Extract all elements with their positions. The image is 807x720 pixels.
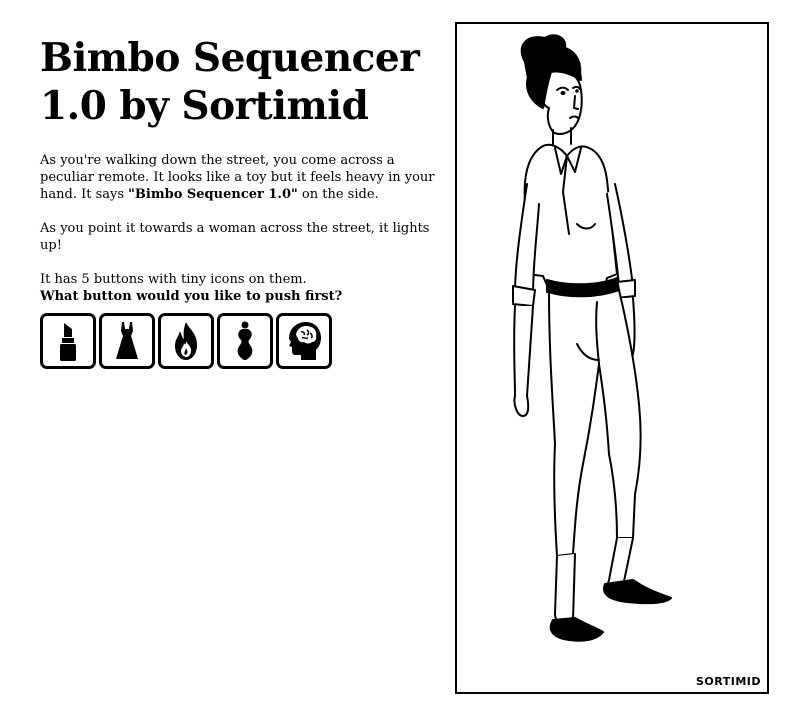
fire-button[interactable]: [158, 313, 214, 369]
title-line-1: Bimbo Sequencer: [40, 35, 420, 81]
fire-icon: [175, 322, 197, 360]
story-p1-after: on the side.: [297, 187, 379, 202]
woman-figure: [512, 34, 672, 642]
head-brain-icon: [289, 322, 321, 360]
dress-icon: [116, 322, 138, 359]
page-title: Bimbo Sequencer 1.0 by Sortimid: [40, 34, 450, 130]
story-column: Bimbo Sequencer 1.0 by Sortimid As you'r…: [40, 34, 450, 369]
body-shape-button[interactable]: [217, 313, 273, 369]
choice-question: What button would you like to push first…: [40, 289, 343, 304]
lipstick-button[interactable]: [40, 313, 96, 369]
story-paragraph-1: As you're walking down the street, you c…: [40, 152, 450, 203]
story-text: As you're walking down the street, you c…: [40, 152, 450, 305]
story-paragraph-3: It has 5 buttons with tiny icons on them…: [40, 271, 450, 305]
woman-illustration: [512, 34, 672, 642]
device-name: "Bimbo Sequencer 1.0": [128, 187, 298, 202]
character-panel: SORTIMID: [455, 22, 769, 694]
story-p3: It has 5 buttons with tiny icons on them…: [40, 272, 307, 287]
story-paragraph-2: As you point it towards a woman across t…: [40, 221, 430, 253]
artist-signature: SORTIMID: [695, 675, 761, 688]
head-brain-button[interactable]: [276, 313, 332, 369]
lipstick-icon: [60, 323, 76, 361]
dress-button[interactable]: [99, 313, 155, 369]
remote-buttons: [40, 313, 450, 369]
body-shape-icon: [237, 321, 253, 360]
title-line-2: 1.0 by Sortimid: [40, 83, 369, 129]
